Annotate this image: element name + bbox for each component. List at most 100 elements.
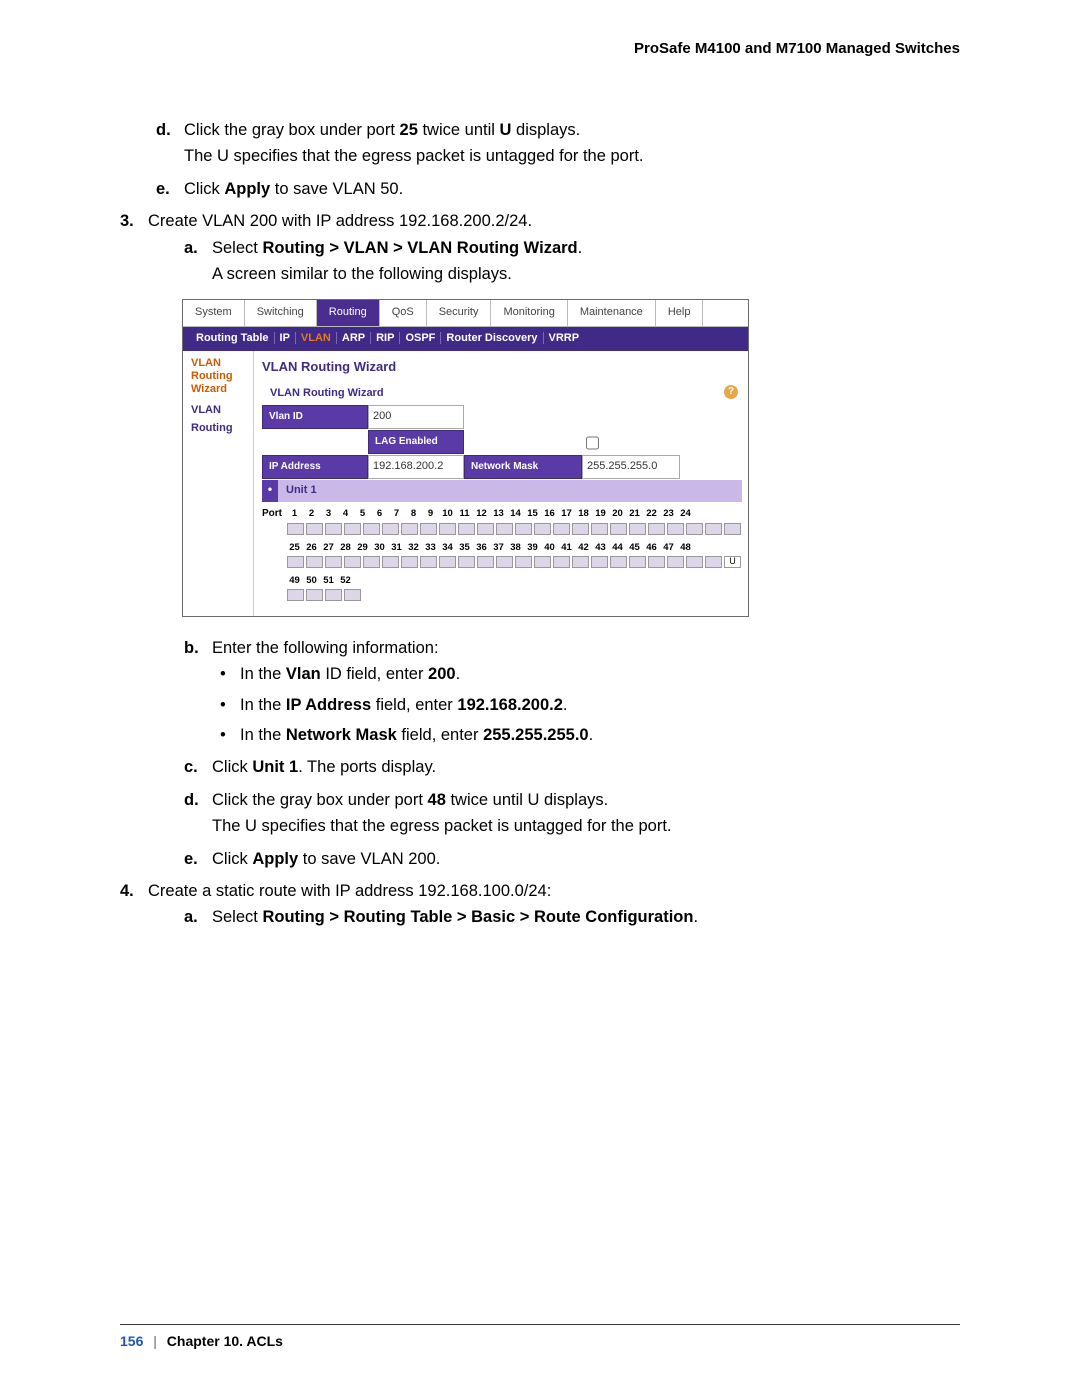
port-num-43: 43 [592, 540, 609, 555]
port-box-50[interactable] [306, 589, 323, 601]
unit-row[interactable]: • Unit 1 [262, 480, 742, 502]
port-box-26[interactable] [306, 556, 323, 568]
port-num-45: 45 [626, 540, 643, 555]
port-box-46[interactable] [686, 556, 703, 568]
port-box-10[interactable] [458, 523, 475, 535]
port-num-1: 1 [286, 506, 303, 521]
port-num-51: 51 [320, 573, 337, 588]
help-icon[interactable]: ? [724, 385, 738, 399]
network-mask-label: Network Mask [464, 455, 582, 479]
port-box-52[interactable] [344, 589, 361, 601]
port-num-34: 34 [439, 540, 456, 555]
port-box-23[interactable] [705, 523, 722, 535]
sub-nav: Routing TableIPVLANARPRIPOSPFRouter Disc… [183, 327, 748, 351]
port-box-20[interactable] [648, 523, 665, 535]
port-box-21[interactable] [667, 523, 684, 535]
port-box-12[interactable] [496, 523, 513, 535]
port-box-2[interactable] [306, 523, 323, 535]
vlan-id-input[interactable]: 200 [368, 405, 464, 429]
port-num-39: 39 [524, 540, 541, 555]
port-box-27[interactable] [325, 556, 342, 568]
port-num-11: 11 [456, 506, 473, 521]
port-box-13[interactable] [515, 523, 532, 535]
port-box-47[interactable] [705, 556, 722, 568]
port-num-2: 2 [303, 506, 320, 521]
port-box-24[interactable] [724, 523, 741, 535]
bullet-network-mask: In the Network Mask field, enter 255.255… [212, 722, 960, 748]
port-num-29: 29 [354, 540, 371, 555]
subnav-vrrp[interactable]: VRRP [544, 332, 585, 344]
port-box-33[interactable] [439, 556, 456, 568]
ip-address-input[interactable]: 192.168.200.2 [368, 455, 464, 479]
port-box-49[interactable] [287, 589, 304, 601]
port-num-15: 15 [524, 506, 541, 521]
port-box-39[interactable] [553, 556, 570, 568]
port-box-28[interactable] [344, 556, 361, 568]
port-box-40[interactable] [572, 556, 589, 568]
lag-enabled-checkbox[interactable] [586, 432, 599, 454]
port-box-14[interactable] [534, 523, 551, 535]
port-num-23: 23 [660, 506, 677, 521]
port-num-47: 47 [660, 540, 677, 555]
port-box-11[interactable] [477, 523, 494, 535]
port-box-51[interactable] [325, 589, 342, 601]
port-box-4[interactable] [344, 523, 361, 535]
port-box-18[interactable] [610, 523, 627, 535]
tab-security[interactable]: Security [427, 300, 492, 326]
port-box-36[interactable] [496, 556, 513, 568]
tab-system[interactable]: System [183, 300, 245, 326]
unit-label: Unit 1 [278, 480, 325, 502]
port-box-37[interactable] [515, 556, 532, 568]
tab-monitoring[interactable]: Monitoring [491, 300, 567, 326]
subnav-router-discovery[interactable]: Router Discovery [441, 332, 543, 344]
port-num-24: 24 [677, 506, 694, 521]
subnav-vlan[interactable]: VLAN [296, 332, 337, 344]
tab-maintenance[interactable]: Maintenance [568, 300, 656, 326]
port-box-1[interactable] [287, 523, 304, 535]
port-box-5[interactable] [363, 523, 380, 535]
port-box-35[interactable] [477, 556, 494, 568]
port-box-19[interactable] [629, 523, 646, 535]
port-box-22[interactable] [686, 523, 703, 535]
sidebar-item-vlan-routing[interactable]: VLAN Routing [191, 402, 247, 437]
side-menu: VLAN Routing Wizard VLAN Routing [183, 351, 254, 616]
port-num-22: 22 [643, 506, 660, 521]
unit-expand-icon[interactable]: • [262, 480, 278, 502]
port-box-45[interactable] [667, 556, 684, 568]
tab-qos[interactable]: QoS [380, 300, 427, 326]
subnav-ospf[interactable]: OSPF [400, 332, 441, 344]
port-box-43[interactable] [629, 556, 646, 568]
tab-switching[interactable]: Switching [245, 300, 317, 326]
port-box-32[interactable] [420, 556, 437, 568]
tab-help[interactable]: Help [656, 300, 704, 326]
network-mask-input[interactable]: 255.255.255.0 [582, 455, 680, 479]
port-box-29[interactable] [363, 556, 380, 568]
port-box-7[interactable] [401, 523, 418, 535]
port-box-30[interactable] [382, 556, 399, 568]
subnav-rip[interactable]: RIP [371, 332, 400, 344]
port-box-48[interactable]: U [724, 556, 741, 568]
subnav-routing-table[interactable]: Routing Table [191, 332, 275, 344]
lag-enabled-label: LAG Enabled [368, 430, 464, 454]
subnav-ip[interactable]: IP [275, 332, 296, 344]
port-box-15[interactable] [553, 523, 570, 535]
port-box-8[interactable] [420, 523, 437, 535]
subnav-arp[interactable]: ARP [337, 332, 371, 344]
port-box-3[interactable] [325, 523, 342, 535]
port-box-25[interactable] [287, 556, 304, 568]
port-box-42[interactable] [610, 556, 627, 568]
bullet-ip-address: In the IP Address field, enter 192.168.2… [212, 692, 960, 718]
port-box-31[interactable] [401, 556, 418, 568]
port-box-6[interactable] [382, 523, 399, 535]
port-box-9[interactable] [439, 523, 456, 535]
tab-routing[interactable]: Routing [317, 300, 380, 326]
port-box-41[interactable] [591, 556, 608, 568]
sidebar-item-vlan-routing-wizard[interactable]: VLAN Routing Wizard [191, 357, 247, 397]
port-box-16[interactable] [572, 523, 589, 535]
port-box-44[interactable] [648, 556, 665, 568]
port-num-32: 32 [405, 540, 422, 555]
port-box-17[interactable] [591, 523, 608, 535]
port-box-34[interactable] [458, 556, 475, 568]
port-label: Port [262, 506, 286, 522]
port-box-38[interactable] [534, 556, 551, 568]
